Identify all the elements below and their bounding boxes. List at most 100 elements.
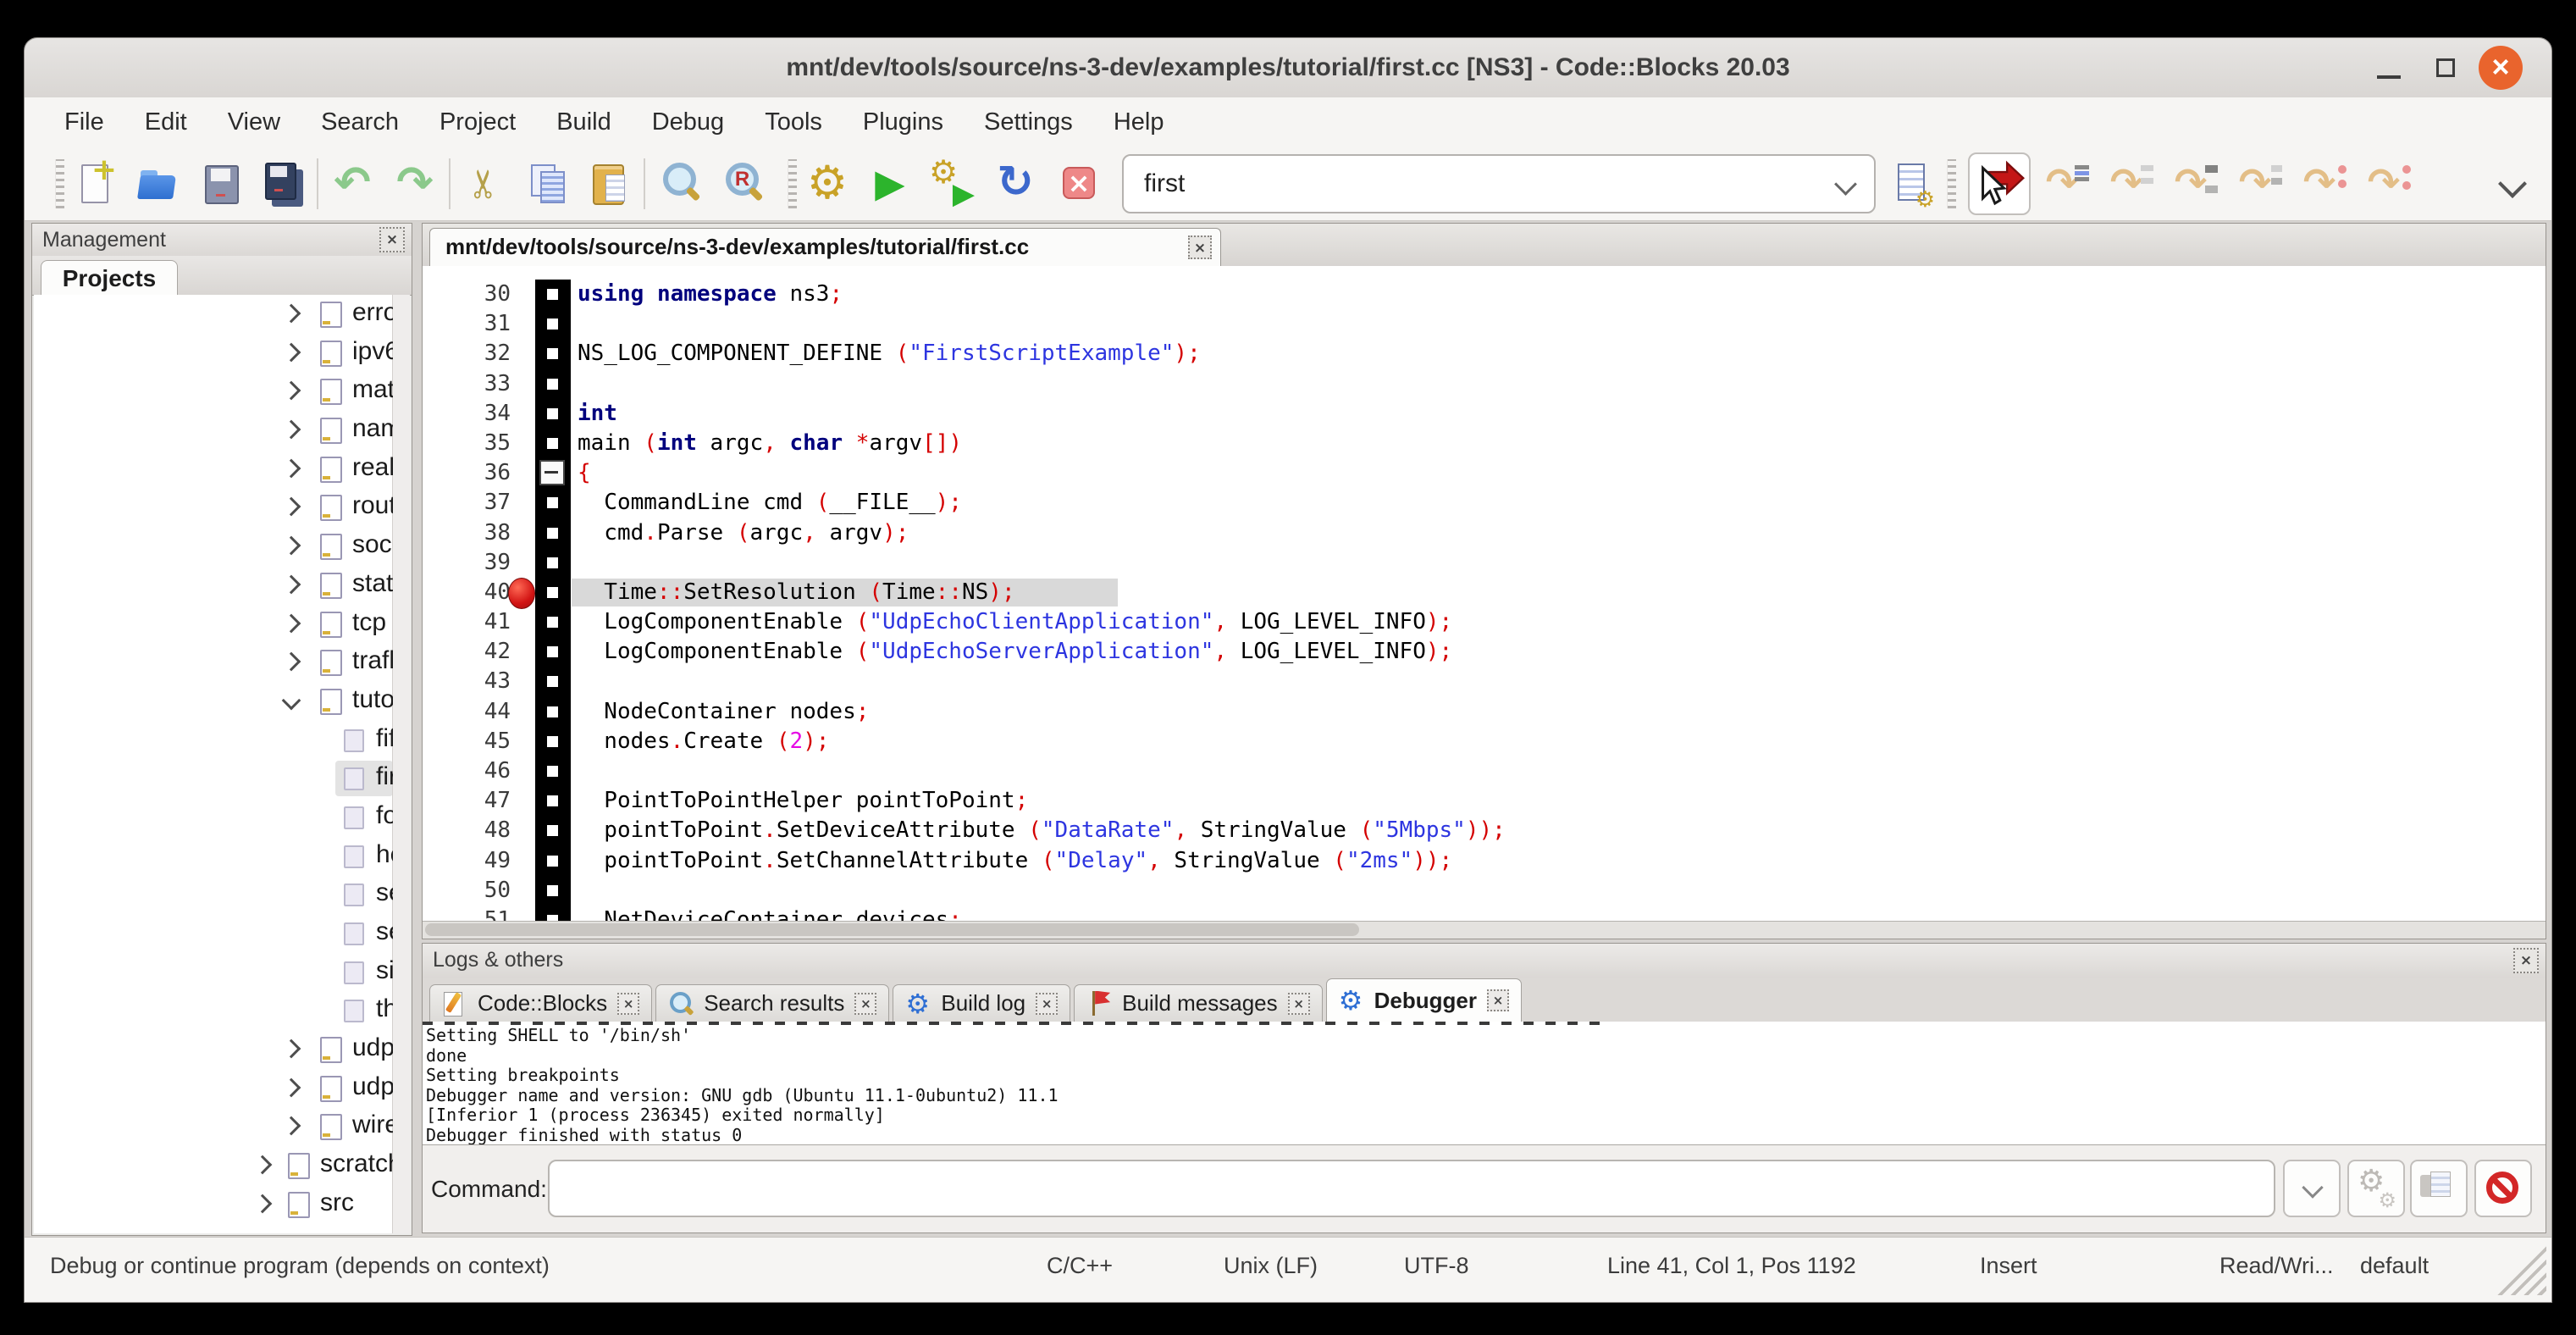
paste-icon[interactable]: [586, 158, 633, 209]
expand-arrow-icon[interactable]: [253, 1155, 273, 1175]
menu-item-project[interactable]: Project: [423, 108, 532, 136]
tab-projects[interactable]: Projects: [41, 260, 178, 296]
stop-debugger-button[interactable]: [2474, 1160, 2532, 1217]
tree-item-src[interactable]: src: [34, 1185, 393, 1224]
tree-item-erro[interactable]: erro: [34, 295, 393, 334]
code-line-37[interactable]: 37 CommandLine cmd (__FILE__);: [423, 488, 2546, 518]
code-line-36[interactable]: 36{: [423, 458, 2546, 488]
close-tab-icon[interactable]: ×: [1487, 989, 1509, 1011]
build-target-options-icon[interactable]: [1888, 158, 1935, 209]
copy-icon[interactable]: [523, 158, 571, 209]
menu-item-file[interactable]: File: [48, 108, 120, 136]
toolbar-gripper[interactable]: [788, 159, 797, 208]
code-line-43[interactable]: 43: [423, 667, 2546, 696]
chevron-down-icon[interactable]: [1834, 173, 1857, 196]
log-tab-debugger[interactable]: Debugger×: [1326, 978, 1522, 1022]
resize-grip[interactable]: [2494, 1246, 2546, 1295]
tree-item-reall[interactable]: reall: [34, 450, 393, 489]
abort-build-icon[interactable]: [1054, 158, 1102, 209]
minimize-button[interactable]: [2377, 58, 2401, 79]
tree-item-rout[interactable]: rout: [34, 488, 393, 527]
close-logs-icon[interactable]: [2513, 948, 2539, 973]
tree-item-nam[interactable]: nam: [34, 411, 393, 450]
tree-item-se[interactable]: se: [34, 914, 393, 953]
expand-arrow-icon[interactable]: [282, 574, 301, 594]
breakpoint-icon[interactable]: [508, 578, 535, 609]
tree-item-se[interactable]: se: [34, 875, 393, 914]
command-input[interactable]: [548, 1160, 2275, 1217]
new-file-icon[interactable]: [71, 158, 119, 209]
next-line-icon[interactable]: [2109, 158, 2156, 209]
tree-item-tcp[interactable]: tcp: [34, 605, 393, 644]
undo-icon[interactable]: [329, 158, 376, 209]
menu-item-plugins[interactable]: Plugins: [847, 108, 959, 136]
tree-vertical-scrollbar[interactable]: [392, 295, 410, 1233]
expand-arrow-icon[interactable]: [282, 1077, 301, 1097]
project-tree[interactable]: erroipv6matnamreallroutsockstattcptraflt…: [34, 295, 410, 1233]
code-line-42[interactable]: 42 LogComponentEnable ("UdpEchoServerApp…: [423, 637, 2546, 667]
code-line-34[interactable]: 34int: [423, 399, 2546, 429]
code-line-40[interactable]: 40 Time::SetResolution (Time::NS);: [423, 578, 2546, 607]
tree-item-wire[interactable]: wire: [34, 1107, 393, 1146]
command-history-dropdown-button[interactable]: [2283, 1160, 2341, 1217]
cut-icon[interactable]: [461, 158, 508, 209]
code-line-50[interactable]: 50: [423, 876, 2546, 906]
tree-item-stat[interactable]: stat: [34, 566, 393, 605]
code-line-44[interactable]: 44 NodeContainer nodes;: [423, 697, 2546, 727]
next-instruction-icon[interactable]: [2302, 158, 2349, 209]
code-line-45[interactable]: 45 nodes.Create (2);: [423, 727, 2546, 756]
toolbar-gripper[interactable]: [1947, 159, 1956, 208]
code-line-33[interactable]: 33: [423, 369, 2546, 399]
editor-horizontal-scrollbar[interactable]: [423, 921, 2546, 939]
maximize-button[interactable]: [2436, 58, 2455, 77]
expand-arrow-icon[interactable]: [282, 342, 301, 362]
find-icon[interactable]: [655, 158, 703, 209]
build-target-combobox[interactable]: first: [1122, 154, 1876, 213]
debug-continue-button[interactable]: [1968, 152, 2031, 215]
toolbar-overflow-chevron-icon[interactable]: [2498, 169, 2527, 198]
tree-item-trafl[interactable]: trafl: [34, 643, 393, 682]
expand-arrow-icon[interactable]: [282, 613, 301, 633]
menu-item-edit[interactable]: Edit: [129, 108, 203, 136]
code-line-48[interactable]: 48 pointToPoint.SetDeviceAttribute ("Dat…: [423, 816, 2546, 845]
expand-arrow-icon[interactable]: [282, 381, 301, 401]
expand-arrow-icon[interactable]: [282, 497, 301, 517]
code-line-41[interactable]: 41 LogComponentEnable ("UdpEchoClientApp…: [423, 607, 2546, 637]
editor-tab-first-cc[interactable]: mnt/dev/tools/source/ns-3-dev/examples/t…: [429, 228, 1221, 266]
close-tab-icon[interactable]: ×: [1036, 993, 1058, 1015]
menu-item-view[interactable]: View: [212, 108, 296, 136]
close-tab-icon[interactable]: ×: [854, 993, 876, 1015]
replace-icon[interactable]: [718, 158, 766, 209]
tree-item-ipv6[interactable]: ipv6: [34, 334, 393, 373]
menu-item-settings[interactable]: Settings: [968, 108, 1089, 136]
code-line-30[interactable]: 30using namespace ns3;: [423, 280, 2546, 309]
close-editor-tab-icon[interactable]: [1188, 235, 1212, 259]
tree-item-scratch[interactable]: scratch: [34, 1146, 393, 1185]
code-line-38[interactable]: 38 cmd.Parse (argc, argv);: [423, 518, 2546, 548]
step-out-icon[interactable]: [2237, 158, 2285, 209]
menu-item-help[interactable]: Help: [1097, 108, 1180, 136]
code-editor[interactable]: 30using namespace ns3;3132NS_LOG_COMPONE…: [423, 266, 2546, 939]
close-button[interactable]: [2479, 46, 2523, 90]
code-line-31[interactable]: 31: [423, 309, 2546, 339]
step-into-icon[interactable]: [2173, 158, 2220, 209]
step-into-instruction-icon[interactable]: [2366, 158, 2413, 209]
code-line-49[interactable]: 49 pointToPoint.SetChannelAttribute ("De…: [423, 846, 2546, 876]
close-tab-icon[interactable]: ×: [1288, 993, 1310, 1015]
run-icon[interactable]: [866, 158, 914, 209]
debugger-settings-button[interactable]: [2347, 1160, 2405, 1217]
save-all-icon[interactable]: [259, 158, 307, 209]
expand-arrow-icon[interactable]: [282, 304, 301, 324]
close-management-icon[interactable]: [379, 227, 405, 252]
redo-icon[interactable]: [391, 158, 439, 209]
tree-item-udp[interactable]: udp: [34, 1030, 393, 1069]
log-tab-build-messages[interactable]: Build messages×: [1074, 984, 1323, 1022]
tree-item-fir[interactable]: fir: [34, 759, 393, 798]
log-tab-build-log[interactable]: Build log×: [893, 984, 1070, 1022]
tree-item-fif[interactable]: fif: [34, 721, 393, 760]
open-log-file-button[interactable]: [2410, 1160, 2468, 1217]
save-file-icon[interactable]: [196, 158, 244, 209]
scrollbar-thumb[interactable]: [425, 923, 1359, 936]
close-tab-icon[interactable]: ×: [617, 993, 639, 1015]
rebuild-icon[interactable]: [992, 158, 1039, 209]
